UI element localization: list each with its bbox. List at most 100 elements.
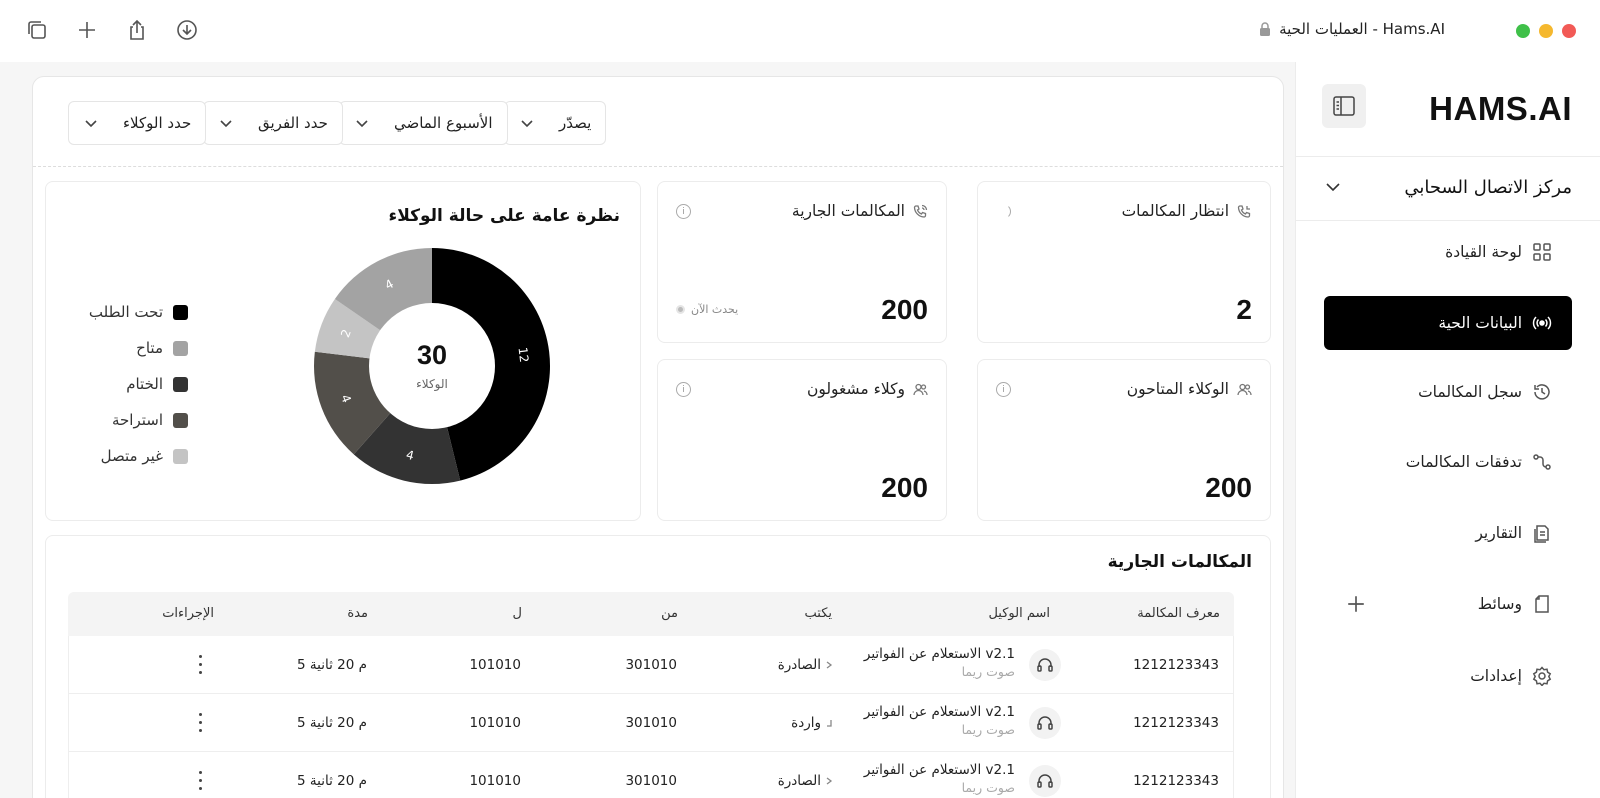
headset-icon: [1037, 774, 1053, 788]
legend-swatch: [173, 340, 188, 356]
sidebar-divider: [1296, 220, 1600, 221]
workspace-name: مركز الاتصال السحابي: [1404, 176, 1572, 198]
info-icon[interactable]: i: [996, 382, 1011, 397]
sidebar-item-call-flows[interactable]: تدفقات المكالمات: [1324, 435, 1572, 489]
history-icon: [1534, 384, 1550, 400]
chevron-down-icon: [1326, 183, 1340, 192]
close-button[interactable]: [1562, 24, 1576, 38]
legend-item: غير متصل: [78, 438, 188, 474]
cell-from: 301010: [625, 773, 677, 789]
stat-card-busy-agents: وكلاء مشغولون i 200: [657, 359, 947, 521]
download-button[interactable]: [176, 18, 198, 42]
agent-cell: الاستعلام عن الفواتير v2.1 صوت ريما: [864, 762, 1015, 795]
team-dropdown[interactable]: حدد الفريق: [203, 101, 343, 145]
sidebar-item-call-history[interactable]: سجل المكالمات: [1324, 365, 1572, 419]
cell-call-id: 1212123343: [1133, 657, 1219, 673]
call-type: واردة: [791, 715, 821, 731]
stat-card-available-agents: الوكلاء المتاحون i 200: [977, 359, 1271, 521]
column-header-actions: الإجراءات: [162, 606, 214, 621]
stat-card-value: 200: [881, 472, 928, 503]
calls-table: معرف المكالمة اسم الوكيل يكتب من ل مدة ا…: [68, 592, 1234, 798]
phone-active-icon: [913, 204, 928, 218]
grid-icon: [1533, 243, 1551, 261]
gear-icon: [1532, 666, 1552, 686]
legend-item: الختام: [78, 366, 188, 402]
legend-label: غير متصل: [100, 447, 163, 465]
cell-type: الصادرة: [778, 657, 833, 673]
add-media-icon[interactable]: [1346, 594, 1366, 614]
column-header-to: ل: [512, 606, 522, 621]
period-label: الأسبوع الماضي: [394, 114, 493, 132]
agent-status-chart-card: نظرة عامة على حالة الوكلاء 12 4 4 2 4 30 الو…: [45, 181, 641, 521]
stat-card-title: وكلاء مشغولون: [806, 380, 905, 398]
sidebar-item-reports[interactable]: التقارير: [1324, 506, 1572, 560]
row-actions-button[interactable]: [193, 652, 207, 676]
sidebar-item-media[interactable]: وسائط: [1324, 577, 1572, 631]
download-icon: [177, 20, 197, 40]
sidebar-item-live-data[interactable]: البيانات الحية: [1324, 296, 1572, 350]
title-bar: العمليات الحية - Hams.AI: [0, 0, 1600, 62]
sidebar-item-label: التقارير: [1475, 524, 1522, 542]
donut-slice-label: 12: [515, 346, 531, 363]
table-row[interactable]: 1212123343 الاستعلام عن الفواتير v2.1 صو…: [68, 752, 1234, 798]
table-header: معرف المكالمة اسم الوكيل يكتب من ل مدة ا…: [68, 592, 1234, 636]
window-title-text: العمليات الحية - Hams.AI: [1279, 20, 1445, 38]
sidebar-item-settings[interactable]: إعدادات: [1324, 649, 1572, 703]
filter-bar: يصدّر الأسبوع الماضي حدد الفريق حدد الوك…: [33, 77, 1283, 167]
copy-window-button[interactable]: [26, 18, 48, 42]
legend-swatch: [173, 448, 188, 464]
agent-voice: صوت ريما: [961, 664, 1015, 679]
sidebar-item-label: وسائط: [1477, 595, 1522, 613]
table-row[interactable]: 1212123343 الاستعلام عن الفواتير v2.1 صو…: [68, 636, 1234, 694]
new-tab-button[interactable]: [76, 18, 98, 42]
stat-card-title: الوكلاء المتاحون: [1126, 380, 1229, 398]
agent-name: الاستعلام عن الفواتير v2.1: [863, 762, 1015, 778]
chart-legend: تحت الطلب متاح الختام استراحة غير متصل: [78, 294, 188, 474]
agents-dropdown[interactable]: حدد الوكلاء: [68, 101, 207, 145]
cell-call-id: 1212123343: [1133, 715, 1219, 731]
info-icon[interactable]: i: [676, 382, 691, 397]
info-icon[interactable]: [996, 204, 1011, 219]
copy-icon: [28, 21, 46, 39]
maximize-button[interactable]: [1516, 24, 1530, 38]
legend-item: تحت الطلب: [78, 294, 188, 330]
cell-duration: 5 م 20 ثانية: [297, 715, 367, 731]
row-actions-button[interactable]: [193, 768, 207, 792]
table-title: المكالمات الجارية: [1107, 552, 1252, 572]
live-indicator: يحدث الآن: [676, 303, 738, 316]
agent-avatar: [1029, 765, 1061, 797]
sidebar: HAMS.AI مركز الاتصال السحابي لوحة القياد…: [1295, 62, 1600, 798]
legend-swatch: [173, 376, 188, 392]
sidebar-item-label: لوحة القيادة: [1445, 243, 1522, 261]
table-row[interactable]: 1212123343 الاستعلام عن الفواتير v2.1 صو…: [68, 694, 1234, 752]
outgoing-arrow-icon: [826, 661, 833, 669]
cell-duration: 5 م 20 ثانية: [297, 657, 367, 673]
share-icon: [130, 19, 144, 40]
agent-name: الاستعلام عن الفواتير v2.1: [863, 704, 1015, 720]
cell-to: 101010: [469, 773, 521, 789]
column-header-from: من: [661, 606, 678, 621]
export-dropdown[interactable]: يصدّر: [504, 101, 607, 145]
workspace-selector[interactable]: مركز الاتصال السحابي: [1324, 172, 1572, 202]
donut-center-label: الوكلاء: [416, 377, 448, 392]
agent-cell: الاستعلام عن الفواتير v2.1 صوت ريما: [864, 646, 1015, 679]
agents-label: حدد الوكلاء: [123, 114, 192, 132]
share-button[interactable]: [126, 18, 148, 42]
sidebar-item-dashboard[interactable]: لوحة القيادة: [1324, 225, 1572, 279]
cell-from: 301010: [625, 657, 677, 673]
row-actions-button[interactable]: [193, 710, 207, 734]
window-controls: [1516, 24, 1576, 38]
info-icon[interactable]: i: [676, 204, 691, 219]
stat-card-header: الوكلاء المتاحون: [1127, 380, 1252, 398]
cell-from: 301010: [625, 715, 677, 731]
minimize-button[interactable]: [1539, 24, 1553, 38]
column-header-call-id: معرف المكالمة: [1137, 606, 1220, 621]
legend-label: الختام: [126, 375, 163, 393]
legend-item: متاح: [78, 330, 188, 366]
period-dropdown[interactable]: الأسبوع الماضي: [339, 101, 508, 145]
broadcast-icon: [1532, 316, 1552, 330]
collapse-sidebar-button[interactable]: [1322, 84, 1366, 128]
agent-voice: صوت ريما: [961, 722, 1015, 737]
incoming-arrow-icon: [827, 720, 832, 727]
content-panel: يصدّر الأسبوع الماضي حدد الفريق حدد الوك…: [32, 76, 1284, 798]
